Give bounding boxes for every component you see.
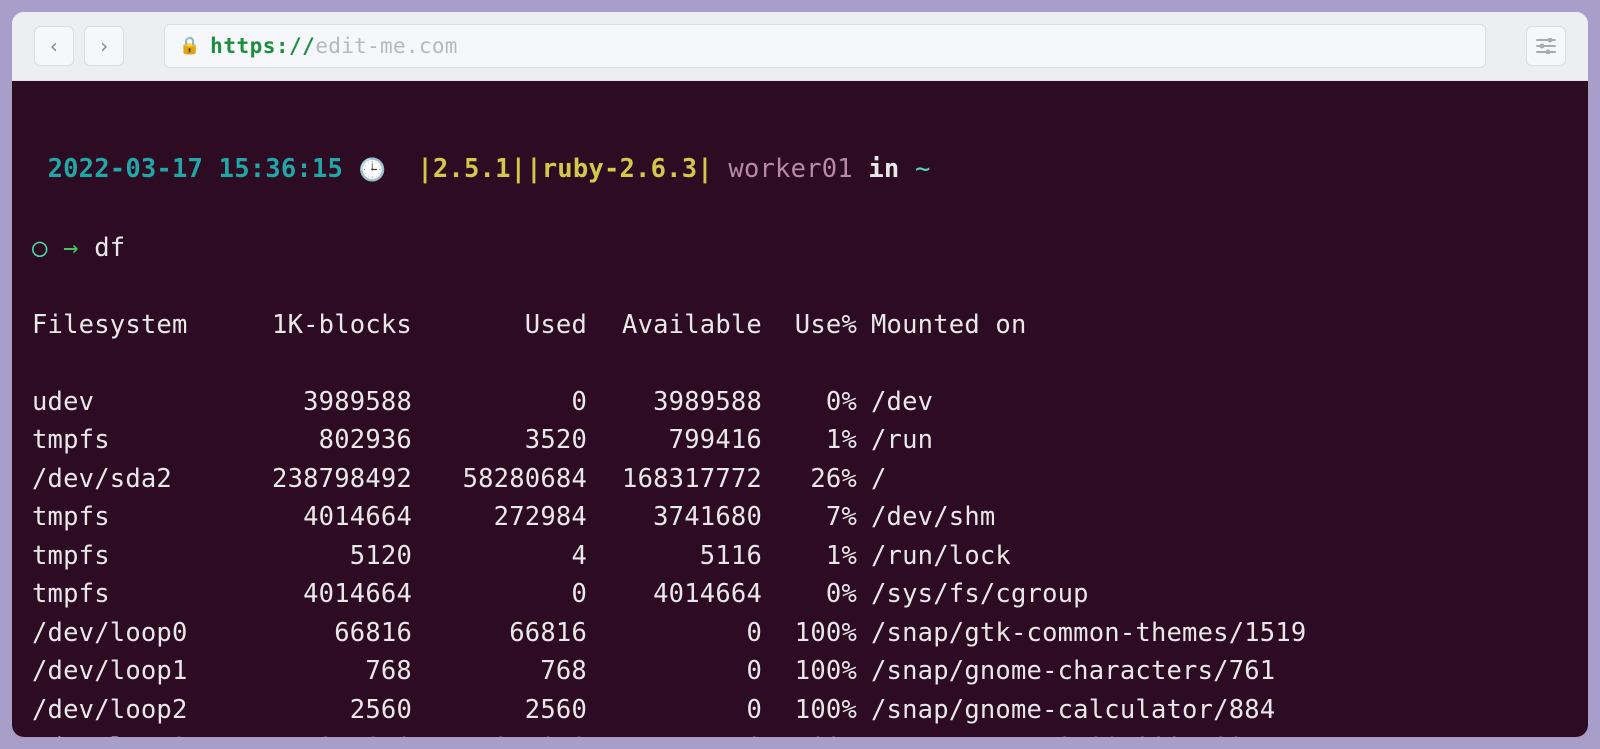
- prompt-in: in: [868, 154, 899, 184]
- use: 100%: [762, 691, 857, 730]
- prompt-circle: ○: [32, 233, 48, 263]
- chevron-left-icon: ‹: [48, 34, 60, 58]
- prompt-line-1: 2022-03-17 15:36:15 🕒 |2.5.1||ruby-2.6.3…: [32, 150, 1568, 191]
- used: 0: [412, 383, 587, 422]
- prompt-arrow: →: [63, 233, 79, 263]
- blocks: 254848: [237, 729, 412, 737]
- use: 7%: [762, 498, 857, 537]
- app-window: ‹ › 🔒 https://edit-me.com 2022-03-17 15:…: [12, 12, 1588, 737]
- used: 66816: [412, 614, 587, 653]
- mount: /snap/gnome-3-38-2004/99: [857, 729, 1244, 737]
- mount: /dev/shm: [857, 498, 995, 537]
- fs: /dev/loop1: [32, 652, 237, 691]
- blocks: 3989588: [237, 383, 412, 422]
- avail: 4014664: [587, 575, 762, 614]
- back-button[interactable]: ‹: [34, 26, 74, 66]
- fs: /dev/loop2: [32, 691, 237, 730]
- settings-button[interactable]: [1526, 26, 1566, 66]
- prompt-command: df: [94, 233, 125, 263]
- url-host: edit-me.com: [315, 34, 457, 58]
- mount: /snap/gnome-characters/761: [857, 652, 1275, 691]
- avail: 3989588: [587, 383, 762, 422]
- browser-toolbar: ‹ › 🔒 https://edit-me.com: [12, 12, 1588, 81]
- fs: tmpfs: [32, 421, 237, 460]
- used: 768: [412, 652, 587, 691]
- prompt-line-2: ○ → df: [32, 229, 1568, 268]
- df-row: /dev/loop32548482548480100%/snap/gnome-3…: [32, 729, 1568, 737]
- use: 1%: [762, 537, 857, 576]
- settings-icon: [1536, 38, 1556, 54]
- blocks: 5120: [237, 537, 412, 576]
- use: 1%: [762, 421, 857, 460]
- mount: /snap/gnome-calculator/884: [857, 691, 1275, 730]
- df-row: tmpfs4014664040146640%/sys/fs/cgroup: [32, 575, 1568, 614]
- avail: 0: [587, 614, 762, 653]
- url-text: https://edit-me.com: [210, 34, 458, 58]
- used: 3520: [412, 421, 587, 460]
- fs: tmpfs: [32, 575, 237, 614]
- used: 272984: [412, 498, 587, 537]
- avail: 0: [587, 729, 762, 737]
- df-row: tmpfs401466427298437416807%/dev/shm: [32, 498, 1568, 537]
- address-bar[interactable]: 🔒 https://edit-me.com: [164, 24, 1486, 68]
- used: 58280684: [412, 460, 587, 499]
- use: 100%: [762, 614, 857, 653]
- fs: udev: [32, 383, 237, 422]
- df-row: tmpfs5120451161%/run/lock: [32, 537, 1568, 576]
- df-row: /dev/loop2256025600100%/snap/gnome-calcu…: [32, 691, 1568, 730]
- mount: /run: [857, 421, 933, 460]
- avail: 3741680: [587, 498, 762, 537]
- df-row: udev3989588039895880%/dev: [32, 383, 1568, 422]
- blocks: 768: [237, 652, 412, 691]
- blocks: 238798492: [237, 460, 412, 499]
- fs: /dev/loop3: [32, 729, 237, 737]
- used: 254848: [412, 729, 587, 737]
- avail: 168317772: [587, 460, 762, 499]
- fs: tmpfs: [32, 537, 237, 576]
- terminal[interactable]: 2022-03-17 15:36:15 🕒 |2.5.1||ruby-2.6.3…: [12, 81, 1588, 737]
- blocks: 4014664: [237, 498, 412, 537]
- blocks: 66816: [237, 614, 412, 653]
- df-row: /dev/sda22387984925828068416831777226%/: [32, 460, 1568, 499]
- avail: 0: [587, 652, 762, 691]
- df-row: tmpfs80293635207994161%/run: [32, 421, 1568, 460]
- used: 0: [412, 575, 587, 614]
- avail: 799416: [587, 421, 762, 460]
- mount: /dev: [857, 383, 933, 422]
- fs: /dev/loop0: [32, 614, 237, 653]
- df-row: /dev/loop066816668160100%/snap/gtk-commo…: [32, 614, 1568, 653]
- df-header: Filesystem1K-blocksUsedAvailableUse%Moun…: [32, 306, 1568, 345]
- blocks: 2560: [237, 691, 412, 730]
- mount: /snap/gtk-common-themes/1519: [857, 614, 1306, 653]
- use: 0%: [762, 575, 857, 614]
- mount: /sys/fs/cgroup: [857, 575, 1089, 614]
- blocks: 4014664: [237, 575, 412, 614]
- prompt-path: ~: [915, 154, 931, 184]
- used: 2560: [412, 691, 587, 730]
- prompt-versions: |2.5.1||ruby-2.6.3|: [417, 154, 713, 184]
- forward-button[interactable]: ›: [84, 26, 124, 66]
- lock-icon: 🔒: [179, 36, 200, 56]
- mount: /run/lock: [857, 537, 1011, 576]
- df-row: /dev/loop17687680100%/snap/gnome-charact…: [32, 652, 1568, 691]
- use: 100%: [762, 652, 857, 691]
- avail: 5116: [587, 537, 762, 576]
- clock-icon: 🕒: [359, 158, 387, 183]
- fs: /dev/sda2: [32, 460, 237, 499]
- used: 4: [412, 537, 587, 576]
- use: 100%: [762, 729, 857, 737]
- chevron-right-icon: ›: [98, 34, 110, 58]
- prompt-datetime: 2022-03-17 15:36:15: [48, 154, 344, 184]
- avail: 0: [587, 691, 762, 730]
- blocks: 802936: [237, 421, 412, 460]
- fs: tmpfs: [32, 498, 237, 537]
- prompt-user: worker01: [728, 154, 852, 184]
- mount: /: [857, 460, 887, 499]
- use: 0%: [762, 383, 857, 422]
- url-scheme: https://: [210, 34, 315, 58]
- use: 26%: [762, 460, 857, 499]
